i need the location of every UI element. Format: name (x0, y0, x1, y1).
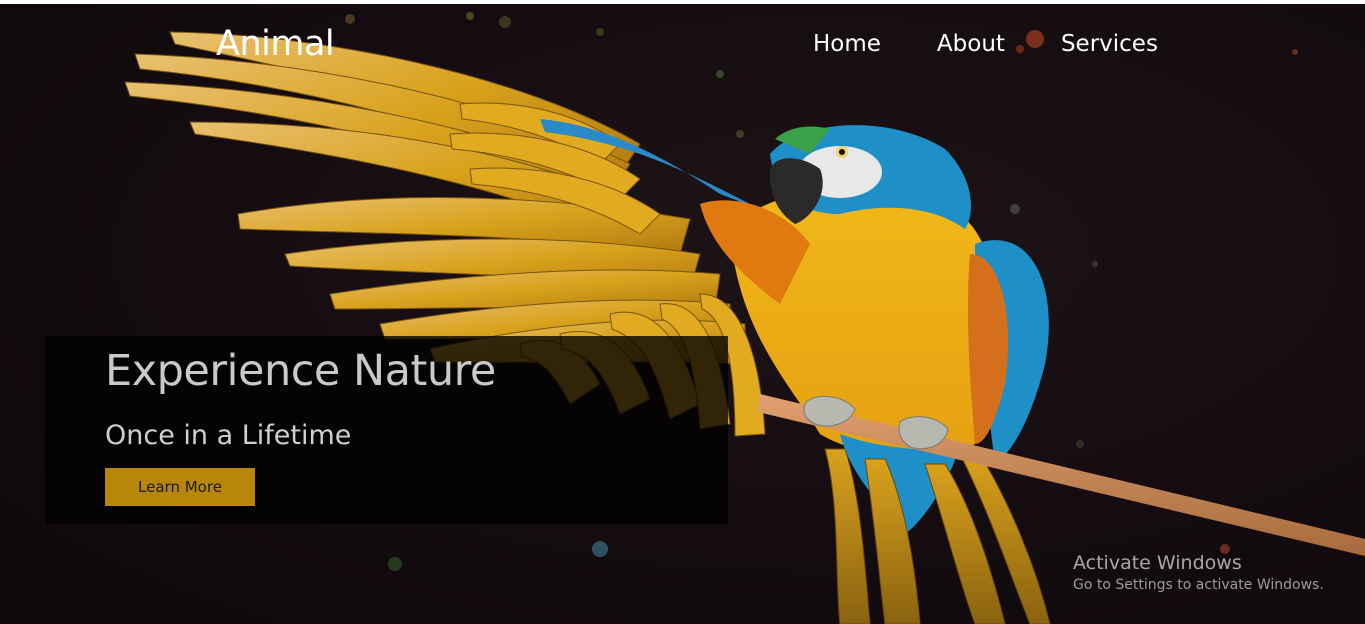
hero-caption-box: Experience Nature Once in a Lifetime Lea… (45, 336, 728, 524)
hero-section (0, 4, 1365, 624)
hero-title: Experience Nature (105, 346, 496, 396)
macaw-parrot-image (124, 12, 1365, 624)
page: Animal Home About Services Experience Na… (0, 0, 1365, 624)
watermark-subtitle: Go to Settings to activate Windows. (1073, 577, 1324, 593)
watermark-title: Activate Windows (1073, 552, 1242, 574)
learn-more-button[interactable]: Learn More (105, 468, 255, 506)
windows-activation-watermark: Activate Windows Go to Settings to activ… (1073, 552, 1324, 593)
nav-link-services[interactable]: Services (1061, 31, 1158, 57)
nav-links: Home About Services (813, 31, 1158, 57)
brand-logo[interactable]: Animal (216, 24, 335, 64)
hero-subtitle: Once in a Lifetime (105, 420, 352, 451)
navbar: Animal Home About Services (0, 4, 1365, 84)
nav-link-home[interactable]: Home (813, 31, 881, 57)
nav-link-about[interactable]: About (937, 31, 1005, 57)
